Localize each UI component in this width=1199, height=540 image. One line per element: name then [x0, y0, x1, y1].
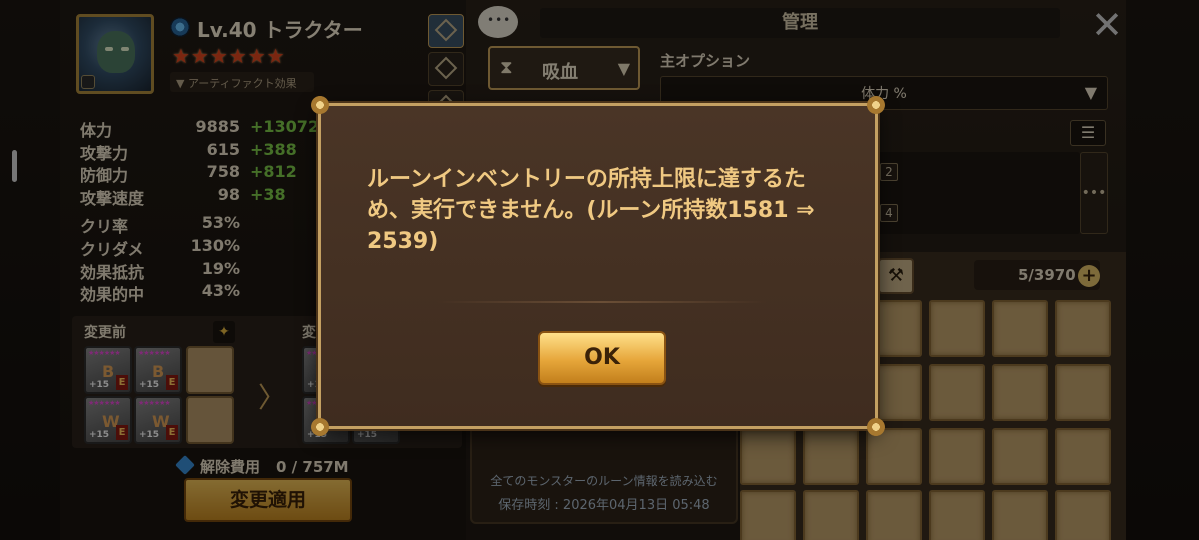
- error-dialog: ルーンインベントリーの所持上限に達するため、実行できません。(ルーン所持数158…: [311, 96, 885, 436]
- corner-ornament-icon: [867, 96, 885, 114]
- corner-ornament-icon: [867, 418, 885, 436]
- corner-ornament-icon: [311, 96, 329, 114]
- ok-button[interactable]: OK: [538, 331, 666, 385]
- dialog-message: ルーンインベントリーの所持上限に達するため、実行できません。(ルーン所持数158…: [367, 167, 815, 254]
- game-screen: Lv.40 トラクター ★★★★★★ ▼ アーティファクト効果 体力 9885 …: [0, 0, 1199, 540]
- dialog-divider: [437, 301, 767, 303]
- corner-ornament-icon: [311, 418, 329, 436]
